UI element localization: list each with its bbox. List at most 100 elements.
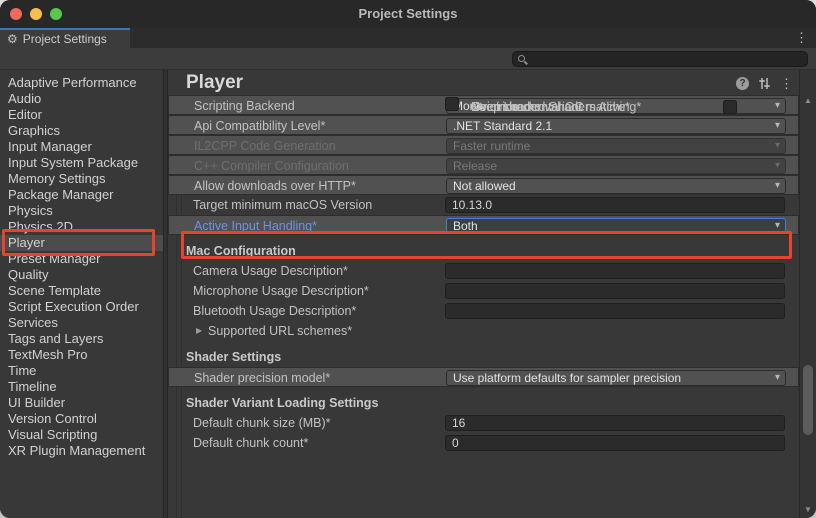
setting-label: IL2CPP Code Generation <box>194 139 336 153</box>
sidebar-item-input-manager[interactable]: Input Manager <box>0 139 163 155</box>
settings-row-shader-variant-loading-settings: Shader Variant Loading Settings <box>168 393 799 413</box>
settings-row-shader-settings: Shader Settings <box>168 347 799 367</box>
section-header: Mac Configuration <box>186 244 296 258</box>
settings-row-target-minimum-macos-version: Target minimum macOS Version10.13.0 <box>168 195 799 215</box>
dropdown-value: .NET Standard 2.1 <box>453 120 552 133</box>
sidebar-item-editor[interactable]: Editor <box>0 107 163 123</box>
dropdown-shader-precision-model[interactable]: Use platform defaults for sampler precis… <box>446 370 786 386</box>
setting-label: Default chunk size (MB)* <box>193 416 331 430</box>
dropdown-active-input-handling[interactable]: Both▾ <box>446 218 786 234</box>
chevron-down-icon: ▾ <box>775 219 780 233</box>
settings-row-allow-downloads-over-http: Allow downloads over HTTP* Not allowed ▾ <box>168 175 799 195</box>
sidebar-item-player[interactable]: Player <box>0 235 163 251</box>
scrollbar-thumb[interactable] <box>803 365 813 435</box>
settings-row-active-input-handling: Active Input Handling* Both▾ <box>168 215 799 235</box>
page-title: Player <box>186 72 243 94</box>
sidebar-item-script-execution-order[interactable]: Script Execution Order <box>0 299 163 315</box>
settings-row-default-chunk-size-mb: Default chunk size (MB)* 16 <box>168 413 799 433</box>
settings-row-camera-usage-description: Camera Usage Description* <box>168 261 799 281</box>
sidebar-item-memory-settings[interactable]: Memory Settings <box>0 171 163 187</box>
sidebar-item-time[interactable]: Time <box>0 363 163 379</box>
settings-category-list: Adaptive PerformanceAudioEditorGraphicsI… <box>0 70 163 518</box>
field-target-minimum-macos-version[interactable]: 10.13.0 <box>445 197 785 213</box>
section-header: Shader Settings <box>186 350 281 364</box>
field-default-chunk-count[interactable]: 0 <box>445 435 785 451</box>
player-settings-panel: Player ? ⋮ Scripting BackendMono▾Api Com… <box>168 70 799 518</box>
panel-header: Player ? ⋮ <box>168 70 799 95</box>
setting-label[interactable]: Supported URL schemes* <box>208 324 352 338</box>
settings-row-bluetooth-usage-description: Bluetooth Usage Description* <box>168 301 799 321</box>
sidebar-item-xr-plugin-management[interactable]: XR Plugin Management <box>0 443 163 459</box>
dropdown-value: Release <box>453 160 497 173</box>
setting-label: Api Compatibility Level* <box>194 119 325 133</box>
toolbar <box>0 48 816 70</box>
setting-label: Override <box>471 101 519 114</box>
scroll-up-icon[interactable]: ▲ <box>800 96 816 105</box>
scroll-down-icon[interactable]: ▼ <box>800 505 816 514</box>
settings-row-c-compiler-configuration: C++ Compiler ConfigurationRelease▾ <box>168 155 799 175</box>
presets-icon[interactable] <box>758 77 771 90</box>
settings-row-mac-configuration: Mac Configuration <box>168 241 799 261</box>
settings-row-shader-precision-model: Shader precision model*Use platform defa… <box>168 367 799 387</box>
sidebar-item-graphics[interactable]: Graphics <box>0 123 163 139</box>
foldout-arrow-icon[interactable]: ▶ <box>196 326 202 335</box>
gear-icon: ⚙ <box>7 33 18 45</box>
sidebar-item-preset-manager[interactable]: Preset Manager <box>0 251 163 267</box>
tab-project-settings[interactable]: ⚙ Project Settings <box>0 28 130 48</box>
settings-row-default-chunk-count: Default chunk count*0 <box>168 433 799 453</box>
dropdown-c-compiler-configuration: Release ▾ <box>446 158 786 174</box>
settings-rows: Scripting BackendMono▾Api Compatibility … <box>168 95 799 518</box>
chevron-down-icon: ▾ <box>775 179 780 193</box>
sidebar-item-quality[interactable]: Quality <box>0 267 163 283</box>
titlebar: Project Settings <box>0 0 816 28</box>
sidebar-item-visual-scripting[interactable]: Visual Scripting <box>0 427 163 443</box>
dropdown-value: Faster runtime <box>453 140 530 153</box>
field-camera-usage-description[interactable] <box>445 263 785 279</box>
sidebar-item-version-control[interactable]: Version Control <box>0 411 163 427</box>
setting-label: Active Input Handling* <box>194 219 317 233</box>
setting-label: Scripting Backend <box>194 99 295 113</box>
dropdown-api-compatibility-level[interactable]: .NET Standard 2.1 ▾ <box>446 118 786 134</box>
chevron-down-icon: ▾ <box>775 139 780 153</box>
setting-label: Microphone Usage Description* <box>193 284 369 298</box>
dropdown-il2cpp-code-generation: Faster runtime ▾ <box>446 138 786 154</box>
sidebar-item-scene-template[interactable]: Scene Template <box>0 283 163 299</box>
chevron-down-icon: ▾ <box>775 119 780 133</box>
tab-label: Project Settings <box>23 32 107 46</box>
dropdown-value: Not allowed <box>453 180 516 193</box>
checkbox-override[interactable] <box>723 100 737 114</box>
search-input[interactable] <box>512 51 808 67</box>
dropdown-allow-downloads-over-http[interactable]: Not allowed ▾ <box>446 178 786 194</box>
sidebar-item-timeline[interactable]: Timeline <box>0 379 163 395</box>
sidebar-item-textmesh-pro[interactable]: TextMesh Pro <box>0 347 163 363</box>
kebab-menu-icon[interactable]: ⋮ <box>795 29 808 47</box>
sidebar-item-tags-and-layers[interactable]: Tags and Layers <box>0 331 163 347</box>
more-menu-icon[interactable]: ⋮ <box>780 77 793 90</box>
sidebar-item-services[interactable]: Services <box>0 315 163 331</box>
field-value: 16 <box>452 417 465 430</box>
sidebar-item-physics[interactable]: Physics <box>0 203 163 219</box>
field-value: 10.13.0 <box>452 199 492 212</box>
sidebar-item-physics-2d[interactable]: Physics 2D <box>0 219 163 235</box>
sidebar-item-ui-builder[interactable]: UI Builder <box>0 395 163 411</box>
project-settings-window: Project Settings ⚙ Project Settings ⋮ Ad… <box>0 0 816 518</box>
dropdown-value: Use platform defaults for sampler precis… <box>453 372 681 385</box>
field-default-chunk-size-mb[interactable]: 16 <box>445 415 785 431</box>
setting-label: Camera Usage Description* <box>193 264 348 278</box>
sidebar-item-input-system-package[interactable]: Input System Package <box>0 155 163 171</box>
sidebar-item-audio[interactable]: Audio <box>0 91 163 107</box>
window-title: Project Settings <box>0 0 816 28</box>
sidebar-item-adaptive-performance[interactable]: Adaptive Performance <box>0 75 163 91</box>
setting-label: Allow downloads over HTTP* <box>194 179 356 193</box>
field-bluetooth-usage-description[interactable] <box>445 303 785 319</box>
help-icon[interactable]: ? <box>736 77 749 90</box>
search-icon <box>518 55 525 62</box>
settings-row-microphone-usage-description: Microphone Usage Description* <box>168 281 799 301</box>
field-value: 0 <box>452 437 459 450</box>
sidebar-item-package-manager[interactable]: Package Manager <box>0 187 163 203</box>
settings-row-supported-url-schemes: ▶ Supported URL schemes* <box>168 321 799 341</box>
field-microphone-usage-description[interactable] <box>445 283 785 299</box>
chevron-down-icon: ▾ <box>775 99 780 113</box>
chevron-down-icon: ▾ <box>775 159 780 173</box>
vertical-scrollbar[interactable]: ▲ ▼ <box>799 70 816 518</box>
